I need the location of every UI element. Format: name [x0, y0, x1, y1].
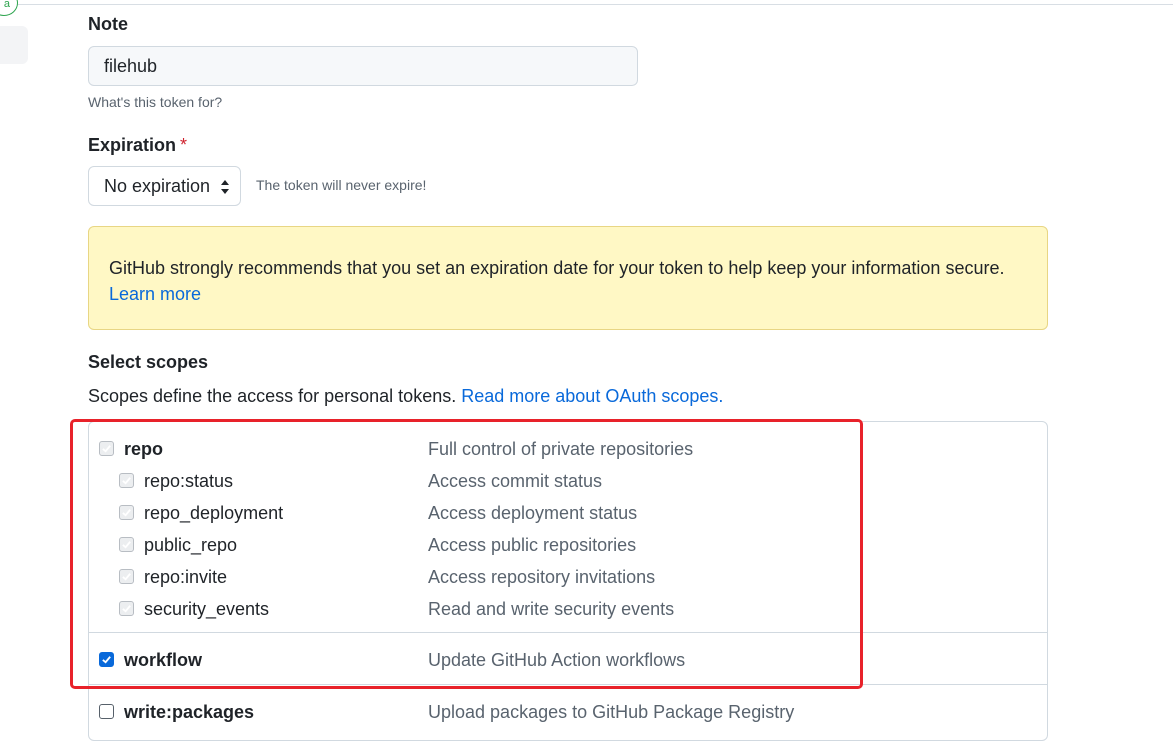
checkbox-workflow[interactable]	[99, 652, 114, 667]
oauth-scopes-link[interactable]: Read more about OAuth scopes.	[461, 386, 723, 406]
check-icon	[122, 573, 131, 581]
expiration-label: Expiration *	[88, 135, 188, 155]
checkbox-repo-invite[interactable]	[119, 569, 134, 584]
scope-description: Read and write security events	[428, 599, 675, 619]
scope-row-write-packages[interactable]: write:packages Upload packages to GitHub…	[89, 700, 1047, 724]
scopes-list: repo Full control of private repositorie…	[88, 421, 1048, 741]
check-icon	[102, 656, 111, 664]
scope-name: security_events	[144, 599, 270, 619]
scope-description: Full control of private repositories	[428, 439, 694, 459]
checkbox-security-events[interactable]	[119, 601, 134, 616]
check-icon	[122, 509, 131, 517]
scope-divider	[89, 632, 1047, 633]
scope-description: Access public repositories	[428, 535, 637, 555]
scope-description: Access deployment status	[428, 503, 638, 523]
expiration-hint: The token will never expire!	[256, 177, 427, 193]
scope-name: workflow	[124, 650, 203, 670]
checkbox-repo-deployment[interactable]	[119, 505, 134, 520]
scope-row-public-repo[interactable]: public_repo Access public repositories	[89, 533, 1047, 557]
scopes-description: Scopes define the access for personal to…	[88, 386, 724, 406]
expiration-select[interactable]: No expiration	[88, 166, 241, 206]
select-scopes-heading: Select scopes	[88, 352, 209, 372]
learn-more-link[interactable]: Learn more	[109, 284, 201, 304]
scope-name: repo	[124, 439, 164, 459]
note-input[interactable]	[88, 46, 638, 86]
flash-message: GitHub strongly recommends that you set …	[109, 258, 1005, 278]
check-icon	[122, 477, 131, 485]
corner-badge-icon: a	[0, 0, 18, 16]
scope-name: repo_deployment	[144, 503, 284, 523]
scope-name: write:packages	[124, 702, 255, 722]
select-caret-icon	[221, 180, 229, 194]
scope-row-repo-status[interactable]: repo:status Access commit status	[89, 469, 1047, 493]
scope-row-repo[interactable]: repo Full control of private repositorie…	[89, 437, 1047, 461]
scope-description: Access repository invitations	[428, 567, 656, 587]
checkbox-repo[interactable]	[99, 441, 114, 456]
scope-row-repo-invite[interactable]: repo:invite Access repository invitation…	[89, 565, 1047, 589]
scope-divider	[89, 684, 1047, 685]
scope-description: Access commit status	[428, 471, 603, 491]
expiration-warning-flash: GitHub strongly recommends that you set …	[88, 226, 1048, 330]
checkbox-public-repo[interactable]	[119, 537, 134, 552]
note-hint: What's this token for?	[88, 94, 223, 110]
scope-description: Upload packages to GitHub Package Regist…	[428, 702, 795, 722]
check-icon	[122, 605, 131, 613]
scope-name: public_repo	[144, 535, 238, 555]
check-icon	[102, 445, 111, 453]
sidebar-edge[interactable]	[0, 26, 28, 64]
scope-name: repo:status	[144, 471, 234, 491]
scope-description: Update GitHub Action workflows	[428, 650, 686, 670]
top-divider	[0, 4, 1173, 5]
scope-name: repo:invite	[144, 567, 228, 587]
expiration-selected-value: No expiration	[104, 176, 211, 196]
note-label: Note	[88, 14, 128, 34]
check-icon	[122, 541, 131, 549]
scope-row-workflow[interactable]: workflow Update GitHub Action workflows	[89, 648, 1047, 672]
checkbox-repo-status[interactable]	[119, 473, 134, 488]
scope-row-security-events[interactable]: security_events Read and write security …	[89, 597, 1047, 621]
checkbox-write-packages[interactable]	[99, 704, 114, 719]
scope-row-repo-deployment[interactable]: repo_deployment Access deployment status	[89, 501, 1047, 525]
required-asterisk: *	[180, 135, 188, 155]
